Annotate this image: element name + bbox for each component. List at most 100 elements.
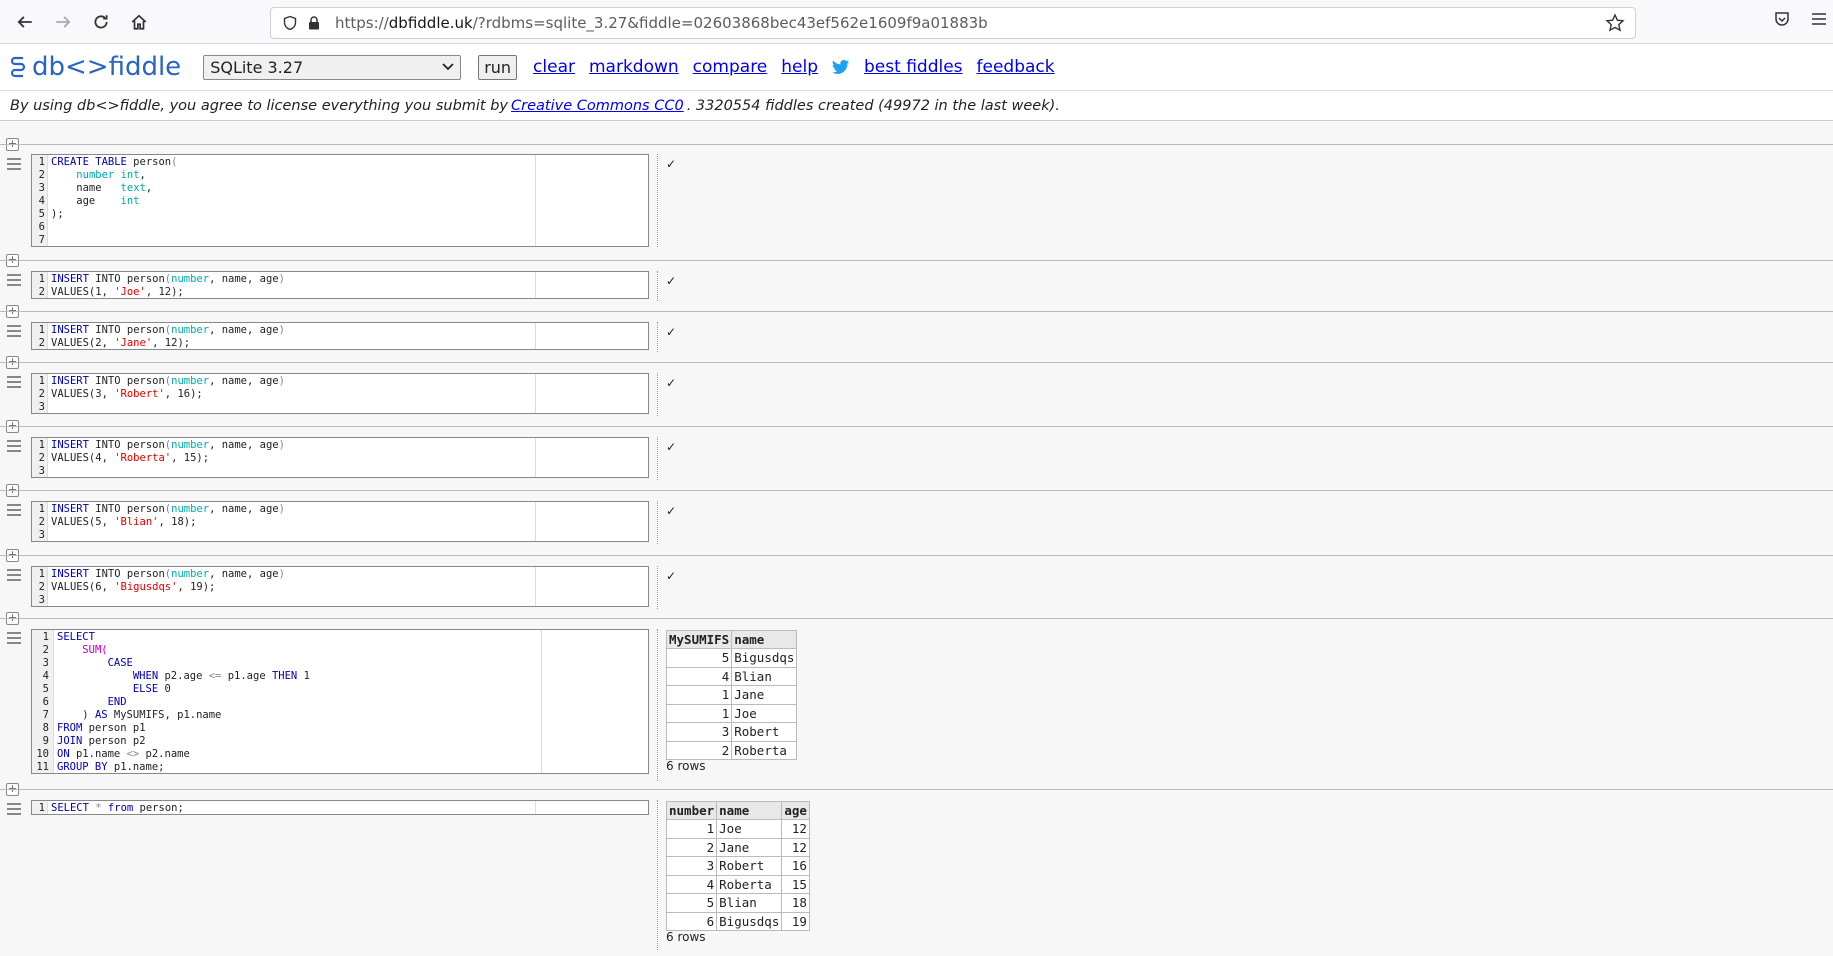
- row-count: 6 rows: [666, 930, 706, 944]
- batch-separator: [0, 618, 1833, 619]
- table-cell: 6: [665, 911, 718, 931]
- url-text[interactable]: https://dbfiddle.uk/?rdbms=sqlite_3.27&f…: [335, 14, 988, 32]
- table-cell: 15: [781, 874, 810, 894]
- table-row: 1 Joe: [665, 703, 798, 723]
- sql-editor[interactable]: 1 SELECT * from person;: [31, 800, 649, 815]
- sql-editor[interactable]: 1 INSERT INTO person(number, name, age) 2…: [31, 437, 649, 478]
- help-link[interactable]: help: [781, 57, 818, 77]
- drag-handle-icon[interactable]: [7, 158, 21, 173]
- table-cell: 2: [665, 740, 733, 760]
- compare-link[interactable]: compare: [693, 57, 768, 77]
- column-header: MySUMIFS: [665, 630, 733, 649]
- feedback-link[interactable]: feedback: [977, 57, 1055, 77]
- table-row: 4 Blian: [665, 666, 798, 686]
- address-bar[interactable]: https://dbfiddle.uk/?rdbms=sqlite_3.27&f…: [270, 7, 1636, 39]
- table-cell: Jane: [731, 685, 798, 705]
- database-icon: [10, 56, 26, 78]
- sql-editor[interactable]: 1 INSERT INTO person(number, name, age) 2…: [31, 271, 649, 299]
- forward-icon[interactable]: [48, 7, 78, 37]
- table-row: 5 Bigusdqs: [665, 648, 798, 668]
- table-cell: Roberta: [716, 874, 783, 894]
- column-header: name: [716, 801, 783, 820]
- table-cell: 3: [665, 722, 733, 742]
- run-button[interactable]: run: [478, 54, 518, 80]
- logo[interactable]: db<>fiddle: [8, 52, 181, 82]
- drag-handle-icon[interactable]: [7, 325, 21, 340]
- table-row: 1 Jane: [665, 685, 798, 705]
- success-check: ✓: [666, 376, 677, 390]
- batch-separator: [0, 311, 1833, 312]
- best-fiddles-link[interactable]: best fiddles: [864, 57, 963, 77]
- reload-icon[interactable]: [86, 7, 116, 37]
- logo-text: db<>fiddle: [32, 52, 182, 82]
- sql-editor[interactable]: 1 INSERT INTO person(number, name, age) 2…: [31, 566, 649, 607]
- table-row: 2 Roberta: [665, 740, 798, 760]
- drag-handle-icon[interactable]: [7, 376, 21, 391]
- table-row: 2 Jane 12: [665, 837, 810, 857]
- menu-icon[interactable]: [1811, 10, 1827, 32]
- column-header: number: [665, 801, 718, 820]
- batch-separator: [0, 426, 1833, 427]
- shield-icon[interactable]: [279, 12, 301, 34]
- lock-icon[interactable]: [303, 12, 325, 34]
- table-cell: 5: [665, 648, 733, 668]
- table-cell: Jane: [716, 837, 783, 857]
- batch-separator: [0, 490, 1833, 491]
- sql-editor[interactable]: 1 INSERT INTO person(number, name, age) 2…: [31, 501, 649, 542]
- table-cell: 19: [781, 911, 810, 931]
- drag-handle-icon[interactable]: [7, 632, 21, 647]
- back-icon[interactable]: [10, 7, 40, 37]
- cc0-link[interactable]: Creative Commons CC0: [511, 98, 684, 114]
- sql-editor[interactable]: 1 CREATE TABLE person( 2 number int, 3 na…: [31, 154, 649, 247]
- table-cell: 1: [665, 703, 733, 723]
- table-cell: Roberta: [731, 740, 798, 760]
- notice-stats: . 3320554 fiddles created (49972 in the …: [686, 97, 1060, 114]
- table-cell: 16: [781, 856, 810, 876]
- table-cell: 1: [665, 685, 733, 705]
- table-cell: Joe: [716, 819, 783, 839]
- table-row: 3 Robert 16: [665, 856, 810, 876]
- table-cell: 4: [665, 666, 733, 686]
- table-cell: Blian: [716, 893, 783, 913]
- table-cell: Bigusdqs: [716, 911, 783, 931]
- sql-editor[interactable]: 1 INSERT INTO person(number, name, age) 2…: [31, 373, 649, 414]
- table-cell: 2: [665, 837, 718, 857]
- sql-editor[interactable]: 1 SELECT 2 SUM( 3 CASE 4 WHEN p2.age <= p…: [31, 629, 649, 774]
- app-header: db<>fiddle SQLite 3.27 run clear markdow…: [0, 44, 1833, 91]
- sql-editor[interactable]: 1 INSERT INTO person(number, name, age) 2…: [31, 322, 649, 350]
- table-cell: Blian: [731, 666, 798, 686]
- batch-separator: [0, 789, 1833, 790]
- table-row: 3 Robert: [665, 722, 798, 742]
- pocket-icon[interactable]: [1773, 10, 1791, 32]
- success-check: ✓: [666, 325, 677, 339]
- table-row: 6 Bigusdqs 19: [665, 911, 810, 931]
- notice-text: By using db<>fiddle, you agree to licens…: [10, 97, 509, 114]
- home-icon[interactable]: [124, 7, 154, 37]
- result-table-sumifs: MySUMIFS name 5 Bigusdqs 4 Blian 1 Jane 1 Jo…: [665, 630, 798, 760]
- column-header: age: [781, 801, 810, 820]
- drag-handle-icon[interactable]: [7, 803, 21, 818]
- table-cell: 3: [665, 856, 718, 876]
- table-cell: Robert: [731, 722, 798, 742]
- batch-separator: [0, 362, 1833, 363]
- column-header: name: [731, 630, 798, 649]
- bookmark-star-icon[interactable]: [1605, 13, 1625, 37]
- drag-handle-icon[interactable]: [7, 569, 21, 584]
- drag-handle-icon[interactable]: [7, 440, 21, 455]
- table-cell: 18: [781, 893, 810, 913]
- success-check: ✓: [666, 504, 677, 518]
- license-notice: By using db<>fiddle, you agree to licens…: [0, 91, 1833, 121]
- drag-handle-icon[interactable]: [7, 504, 21, 519]
- batch-separator: [0, 260, 1833, 261]
- drag-handle-icon[interactable]: [7, 274, 21, 289]
- table-row: 1 Joe 12: [665, 819, 810, 839]
- table-cell: Bigusdqs: [731, 648, 798, 668]
- table-cell: 12: [781, 837, 810, 857]
- chevron-down-icon: [442, 63, 454, 71]
- clear-link[interactable]: clear: [533, 57, 575, 77]
- twitter-icon[interactable]: [832, 59, 850, 75]
- markdown-link[interactable]: markdown: [589, 57, 679, 77]
- success-check: ✓: [666, 274, 677, 288]
- success-check: ✓: [666, 440, 677, 454]
- rdbms-select[interactable]: SQLite 3.27: [203, 54, 462, 80]
